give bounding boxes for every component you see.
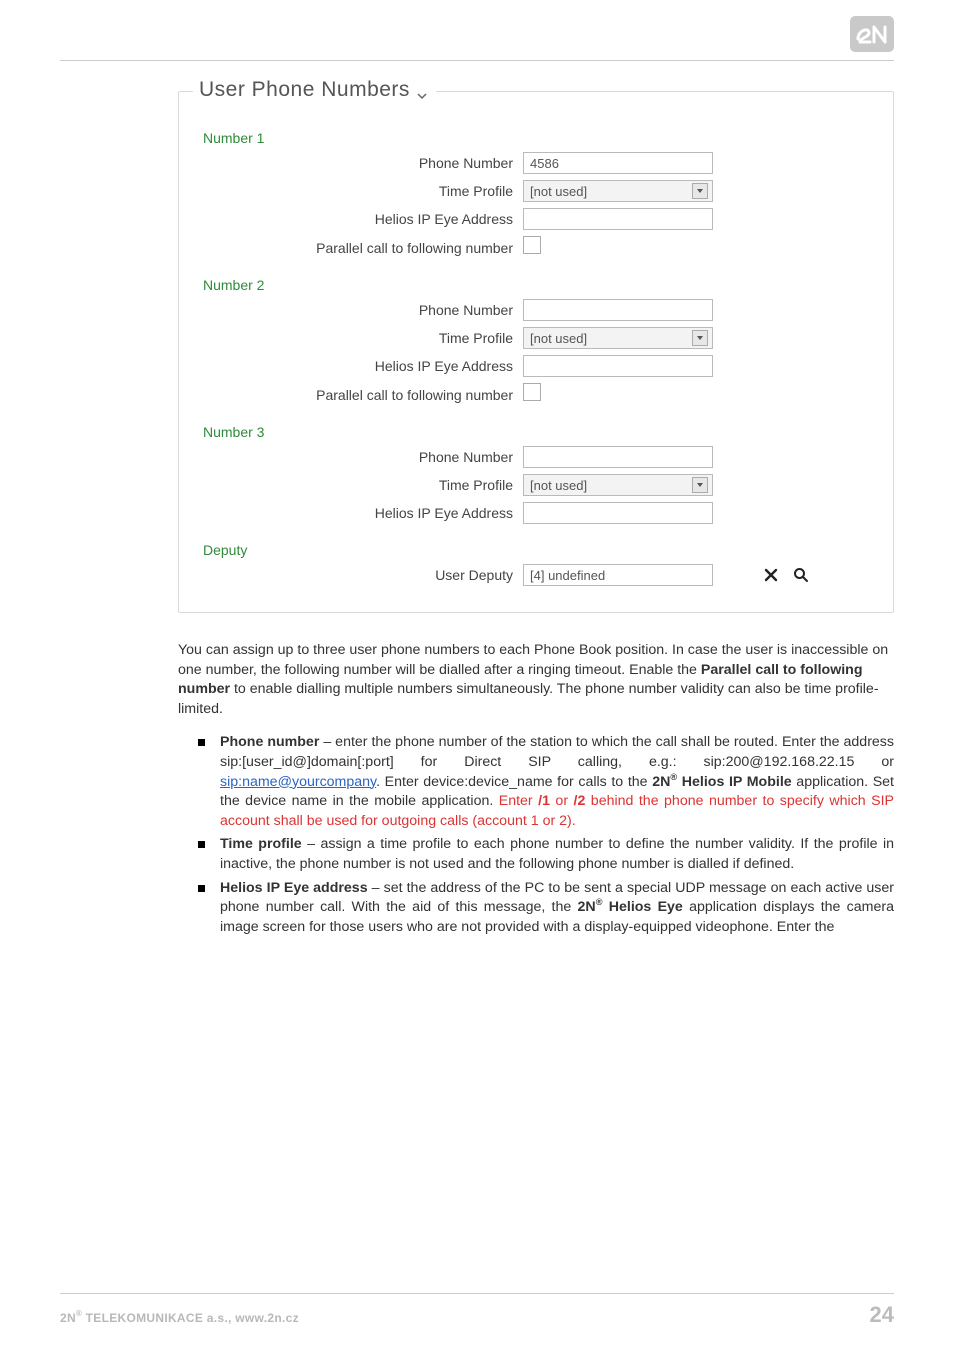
panel-title: User Phone Numbers xyxy=(199,78,410,102)
bullet-phone-t3bold: Helios IP Mobile xyxy=(677,774,792,790)
chevron-down-icon xyxy=(416,84,428,96)
panel-legend[interactable]: User Phone Numbers xyxy=(193,78,436,102)
number1-timeprofile-select[interactable]: [not used] xyxy=(523,180,713,202)
number1-parallel-label: Parallel call to following number xyxy=(203,240,523,256)
sip-example-link[interactable]: sip:name@yourcompany xyxy=(220,774,376,790)
number1-phone-label: Phone Number xyxy=(203,155,523,171)
number3-timeprofile-select[interactable]: [not used] xyxy=(523,474,713,496)
user-phone-numbers-panel: User Phone Numbers Number 1 Phone Number… xyxy=(178,91,894,613)
bullet-eye-title: Helios IP Eye address xyxy=(220,880,368,896)
number2-phone-input[interactable] xyxy=(523,299,713,321)
dropdown-arrow-icon xyxy=(692,183,708,199)
number1-eye-label: Helios IP Eye Address xyxy=(203,211,523,227)
deputy-label: User Deputy xyxy=(203,567,523,583)
number2-eye-label: Helios IP Eye Address xyxy=(203,358,523,374)
intro-c: to enable dialling multiple numbers simu… xyxy=(178,681,879,717)
bullet-helios-eye: Helios IP Eye address – set the address … xyxy=(220,879,894,938)
number1-timeprofile-label: Time Profile xyxy=(203,183,523,199)
bullet-eye-t2bold: Helios Eye xyxy=(602,899,682,915)
number3-timeprofile-label: Time Profile xyxy=(203,477,523,493)
deputy-clear-button[interactable] xyxy=(761,565,781,585)
number3-timeprofile-value: [not used] xyxy=(530,478,587,493)
number3-eye-label: Helios IP Eye Address xyxy=(203,505,523,521)
number1-parallel-checkbox[interactable] xyxy=(523,236,541,254)
bullet-time-title: Time profile xyxy=(220,836,302,852)
number2-parallel-label: Parallel call to following number xyxy=(203,387,523,403)
header-bar xyxy=(60,20,894,61)
number3-phone-input[interactable] xyxy=(523,446,713,468)
page-footer: 2N® TELEKOMUNIKACE a.s., www.2n.cz 24 xyxy=(60,1293,894,1328)
footer-page-number: 24 xyxy=(870,1302,894,1328)
number2-eye-input[interactable] xyxy=(523,355,713,377)
bullet-phone-number: Phone number – enter the phone number of… xyxy=(220,733,894,831)
bullet-time-text: – assign a time profile to each phone nu… xyxy=(220,836,894,872)
bullet-time-profile: Time profile – assign a time profile to … xyxy=(220,835,894,874)
number2-phone-label: Phone Number xyxy=(203,302,523,318)
number2-parallel-checkbox[interactable] xyxy=(523,383,541,401)
number3-eye-input[interactable] xyxy=(523,502,713,524)
bullet-phone-t2: . Enter device:device_name for calls to … xyxy=(376,774,652,790)
number1-phone-input[interactable] xyxy=(523,152,713,174)
bullet-phone-t1: – enter the phone number of the station … xyxy=(220,734,894,770)
deputy-search-button[interactable] xyxy=(791,565,811,585)
dropdown-arrow-icon xyxy=(692,330,708,346)
brand-logo xyxy=(850,16,894,52)
number3-heading: Number 3 xyxy=(203,424,869,440)
number2-timeprofile-label: Time Profile xyxy=(203,330,523,346)
number2-timeprofile-select[interactable]: [not used] xyxy=(523,327,713,349)
number2-heading: Number 2 xyxy=(203,277,869,293)
deputy-heading: Deputy xyxy=(203,542,869,558)
number1-heading: Number 1 xyxy=(203,130,869,146)
number3-phone-label: Phone Number xyxy=(203,449,523,465)
bullet-phone-title: Phone number xyxy=(220,734,319,750)
footer-company: 2N® TELEKOMUNIKACE a.s., www.2n.cz xyxy=(60,1311,299,1325)
bullet-phone-red-b2: /2 xyxy=(574,793,586,809)
number1-eye-input[interactable] xyxy=(523,208,713,230)
number2-timeprofile-value: [not used] xyxy=(530,331,587,346)
bullet-phone-red-b1: /1 xyxy=(538,793,550,809)
bullet-phone-red-a: Enter xyxy=(499,793,538,809)
intro-paragraph: You can assign up to three user phone nu… xyxy=(178,641,894,719)
deputy-input[interactable] xyxy=(523,564,713,586)
number1-timeprofile-value: [not used] xyxy=(530,184,587,199)
bullet-phone-brand: 2N xyxy=(652,774,670,790)
bullet-eye-brand: 2N xyxy=(578,899,596,915)
bullet-phone-red-mid: or xyxy=(550,793,574,809)
dropdown-arrow-icon xyxy=(692,477,708,493)
